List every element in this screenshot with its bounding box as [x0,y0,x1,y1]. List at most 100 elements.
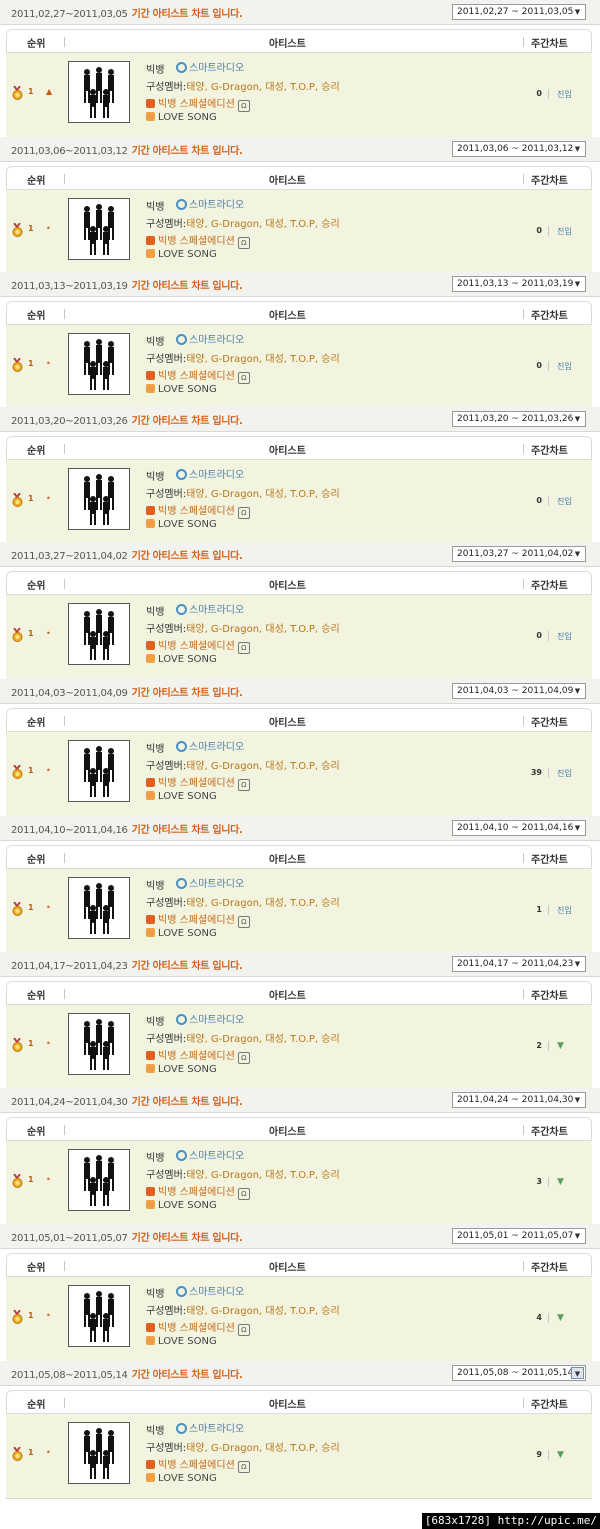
album-link[interactable]: 빅뱅 스페셜에디션 Ω [146,367,250,384]
smart-radio-link[interactable]: 스마트라디오 [176,1011,244,1026]
members-list[interactable]: 태양, G-Dragon, 대성, T.O.P, 승리 [186,489,340,500]
album-link[interactable]: 빅뱅 스페셜에디션 Ω [146,637,250,654]
artist-name-link[interactable]: 빅뱅 [146,333,164,348]
members-list[interactable]: 태양, G-Dragon, 대성, T.O.P, 승리 [186,1034,340,1045]
song-link[interactable]: LOVE SONG [146,791,217,802]
chevron-down-icon[interactable]: ▼ [571,1367,584,1379]
artist-name-link[interactable]: 빅뱅 [146,603,164,618]
smart-radio-link[interactable]: 스마트라디오 [176,738,244,753]
album-link[interactable]: 빅뱅 스페셜에디션 Ω [146,1183,250,1200]
album-link[interactable]: 빅뱅 스페셜에디션 Ω [146,911,250,928]
album-link[interactable]: 빅뱅 스페셜에디션 Ω [146,232,250,249]
headphones-icon[interactable]: Ω [237,100,250,112]
headphones-icon[interactable]: Ω [237,1324,250,1336]
album-link[interactable]: 빅뱅 스페셜에디션 Ω [146,1319,250,1336]
smart-radio-link[interactable]: 스마트라디오 [176,1420,244,1435]
album-cover[interactable] [68,333,130,395]
headphones-icon[interactable]: Ω [237,1188,250,1200]
members-list[interactable]: 태양, G-Dragon, 대성, T.O.P, 승리 [186,1443,340,1454]
chevron-down-icon[interactable]: ▼ [571,278,584,290]
headphones-icon[interactable]: Ω [237,916,250,928]
members-list[interactable]: 태양, G-Dragon, 대성, T.O.P, 승리 [186,1170,340,1181]
headphones-icon[interactable]: Ω [237,779,250,791]
artist-name-link[interactable]: 빅뱅 [146,198,164,213]
chevron-down-icon[interactable]: ▼ [571,548,584,560]
song-link[interactable]: LOVE SONG [146,112,217,123]
artist-name-link[interactable]: 빅뱅 [146,740,164,755]
smart-radio-link[interactable]: 스마트라디오 [176,1283,244,1298]
album-cover[interactable] [68,198,130,260]
members-list[interactable]: 태양, G-Dragon, 대성, T.O.P, 승리 [186,898,340,909]
album-cover[interactable] [68,877,130,939]
artist-name-link[interactable]: 빅뱅 [146,1013,164,1028]
members-list[interactable]: 태양, G-Dragon, 대성, T.O.P, 승리 [186,624,340,635]
headphones-icon[interactable]: Ω [237,642,250,654]
period-select[interactable]: 2011,03,06 ~ 2011,03,12 ▼ [452,141,586,157]
members-list[interactable]: 태양, G-Dragon, 대성, T.O.P, 승리 [186,82,340,93]
chevron-down-icon[interactable]: ▼ [571,413,584,425]
song-link[interactable]: LOVE SONG [146,1336,217,1347]
album-link[interactable]: 빅뱅 스페셜에디션 Ω [146,1456,250,1473]
members-list[interactable]: 태양, G-Dragon, 대성, T.O.P, 승리 [186,761,340,772]
period-select[interactable]: 2011,04,10 ~ 2011,04,16 ▼ [452,820,586,836]
smart-radio-link[interactable]: 스마트라디오 [176,601,244,616]
smart-radio-link[interactable]: 스마트라디오 [176,466,244,481]
headphones-icon[interactable]: Ω [237,237,250,249]
artist-name-link[interactable]: 빅뱅 [146,468,164,483]
chevron-down-icon[interactable]: ▼ [571,958,584,970]
smart-radio-link[interactable]: 스마트라디오 [176,1147,244,1162]
chevron-down-icon[interactable]: ▼ [571,822,584,834]
album-cover[interactable] [68,1285,130,1347]
song-link[interactable]: LOVE SONG [146,1064,217,1075]
chevron-down-icon[interactable]: ▼ [571,1230,584,1242]
artist-name-link[interactable]: 빅뱅 [146,61,164,76]
album-link[interactable]: 빅뱅 스페셜에디션 Ω [146,1047,250,1064]
album-cover[interactable] [68,61,130,123]
period-select[interactable]: 2011,04,03 ~ 2011,04,09 ▼ [452,683,586,699]
chevron-down-icon[interactable]: ▼ [571,143,584,155]
artist-name-link[interactable]: 빅뱅 [146,1149,164,1164]
album-icon [146,506,155,515]
album-cover[interactable] [68,603,130,665]
period-select[interactable]: 2011,02,27 ~ 2011,03,05 ▼ [452,4,586,20]
chevron-down-icon[interactable]: ▼ [571,685,584,697]
song-link[interactable]: LOVE SONG [146,519,217,530]
artist-name-link[interactable]: 빅뱅 [146,1285,164,1300]
smart-radio-link[interactable]: 스마트라디오 [176,196,244,211]
period-select[interactable]: 2011,04,17 ~ 2011,04,23 ▼ [452,956,586,972]
artist-name-link[interactable]: 빅뱅 [146,1422,164,1437]
period-select[interactable]: 2011,03,27 ~ 2011,04,02 ▼ [452,546,586,562]
period-select[interactable]: 2011,04,24 ~ 2011,04,30 ▼ [452,1092,586,1108]
smart-radio-link[interactable]: 스마트라디오 [176,59,244,74]
period-select[interactable]: 2011,03,20 ~ 2011,03,26 ▼ [452,411,586,427]
period-select[interactable]: 2011,05,08 ~ 2011,05,14 ▼ [452,1365,586,1381]
headphones-icon[interactable]: Ω [237,507,250,519]
smart-radio-link[interactable]: 스마트라디오 [176,875,244,890]
artist-name-link[interactable]: 빅뱅 [146,877,164,892]
period-select[interactable]: 2011,03,13 ~ 2011,03,19 ▼ [452,276,586,292]
song-link[interactable]: LOVE SONG [146,928,217,939]
song-link[interactable]: LOVE SONG [146,654,217,665]
members-list[interactable]: 태양, G-Dragon, 대성, T.O.P, 승리 [186,354,340,365]
album-link[interactable]: 빅뱅 스페셜에디션 Ω [146,95,250,112]
song-link[interactable]: LOVE SONG [146,384,217,395]
chevron-down-icon[interactable]: ▼ [571,1094,584,1106]
headphones-icon[interactable]: Ω [237,1461,250,1473]
members-list[interactable]: 태양, G-Dragon, 대성, T.O.P, 승리 [186,1306,340,1317]
period-select[interactable]: 2011,05,01 ~ 2011,05,07 ▼ [452,1228,586,1244]
song-link[interactable]: LOVE SONG [146,249,217,260]
album-cover[interactable] [68,740,130,802]
headphones-icon[interactable]: Ω [237,372,250,384]
album-link[interactable]: 빅뱅 스페셜에디션 Ω [146,774,250,791]
chevron-down-icon[interactable]: ▼ [571,6,584,18]
smart-radio-link[interactable]: 스마트라디오 [176,331,244,346]
album-cover[interactable] [68,468,130,530]
song-link[interactable]: LOVE SONG [146,1200,217,1211]
album-cover[interactable] [68,1149,130,1211]
album-cover[interactable] [68,1013,130,1075]
album-cover[interactable] [68,1422,130,1484]
album-link[interactable]: 빅뱅 스페셜에디션 Ω [146,502,250,519]
members-list[interactable]: 태양, G-Dragon, 대성, T.O.P, 승리 [186,219,340,230]
headphones-icon[interactable]: Ω [237,1052,250,1064]
song-link[interactable]: LOVE SONG [146,1473,217,1484]
